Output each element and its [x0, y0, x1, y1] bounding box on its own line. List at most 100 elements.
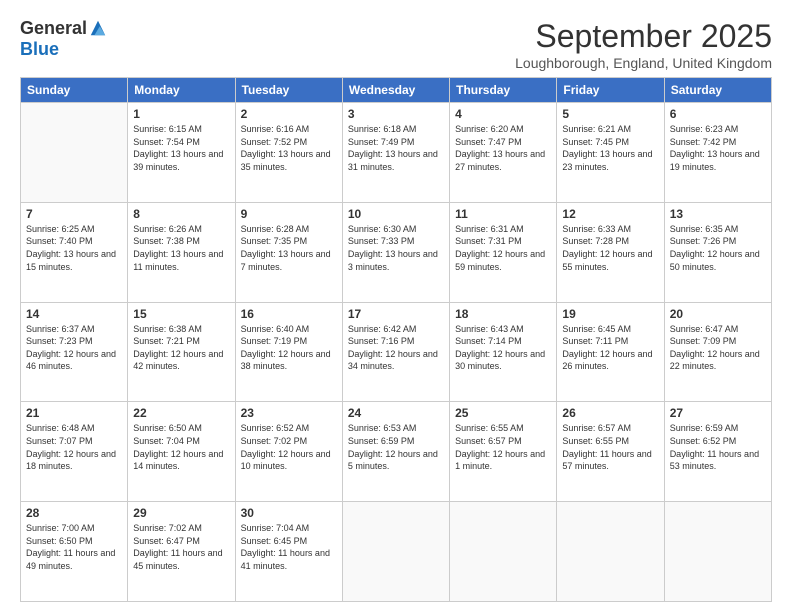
day-number: 17 — [348, 307, 444, 321]
day-info: Sunrise: 6:20 AM Sunset: 7:47 PM Dayligh… — [455, 123, 551, 173]
table-row: 4 Sunrise: 6:20 AM Sunset: 7:47 PM Daylig… — [450, 103, 557, 203]
table-row: 5 Sunrise: 6:21 AM Sunset: 7:45 PM Daylig… — [557, 103, 664, 203]
day-number: 27 — [670, 406, 766, 420]
location-text: Loughborough, England, United Kingdom — [515, 55, 772, 71]
day-info: Sunrise: 6:37 AM Sunset: 7:23 PM Dayligh… — [26, 323, 122, 373]
day-info: Sunrise: 6:25 AM Sunset: 7:40 PM Dayligh… — [26, 223, 122, 273]
month-title: September 2025 — [515, 18, 772, 55]
col-thursday: Thursday — [450, 78, 557, 103]
table-row: 8 Sunrise: 6:26 AM Sunset: 7:38 PM Daylig… — [128, 202, 235, 302]
col-sunday: Sunday — [21, 78, 128, 103]
day-number: 7 — [26, 207, 122, 221]
day-info: Sunrise: 6:42 AM Sunset: 7:16 PM Dayligh… — [348, 323, 444, 373]
day-number: 6 — [670, 107, 766, 121]
logo: General Blue — [20, 18, 107, 60]
title-area: September 2025 Loughborough, England, Un… — [515, 18, 772, 71]
col-saturday: Saturday — [664, 78, 771, 103]
table-row: 9 Sunrise: 6:28 AM Sunset: 7:35 PM Daylig… — [235, 202, 342, 302]
day-number: 9 — [241, 207, 337, 221]
logo-icon — [89, 19, 107, 37]
day-info: Sunrise: 6:59 AM Sunset: 6:52 PM Dayligh… — [670, 422, 766, 472]
day-info: Sunrise: 7:04 AM Sunset: 6:45 PM Dayligh… — [241, 522, 337, 572]
day-info: Sunrise: 6:16 AM Sunset: 7:52 PM Dayligh… — [241, 123, 337, 173]
day-info: Sunrise: 6:23 AM Sunset: 7:42 PM Dayligh… — [670, 123, 766, 173]
table-row: 11Sunrise: 6:31 AM Sunset: 7:31 PM Dayli… — [450, 202, 557, 302]
col-tuesday: Tuesday — [235, 78, 342, 103]
table-row: 12 Sunrise: 6:33 AM Sunset: 7:28 PM Dayli… — [557, 202, 664, 302]
day-number: 1 — [133, 107, 229, 121]
day-number: 28 — [26, 506, 122, 520]
calendar-week-row: 1 Sunrise: 6:15 AM Sunset: 7:54 PM Daylig… — [21, 103, 772, 203]
day-info: Sunrise: 6:15 AM Sunset: 7:54 PM Dayligh… — [133, 123, 229, 173]
day-number: 25 — [455, 406, 551, 420]
day-number: 29 — [133, 506, 229, 520]
table-row: 24Sunrise: 6:53 AM Sunset: 6:59 PM Dayli… — [342, 402, 449, 502]
table-row: 3 Sunrise: 6:18 AM Sunset: 7:49 PM Daylig… — [342, 103, 449, 203]
table-row — [450, 502, 557, 602]
day-info: Sunrise: 6:50 AM Sunset: 7:04 PM Dayligh… — [133, 422, 229, 472]
day-number: 18 — [455, 307, 551, 321]
day-info: Sunrise: 6:18 AM Sunset: 7:49 PM Dayligh… — [348, 123, 444, 173]
day-number: 5 — [562, 107, 658, 121]
table-row: 13Sunrise: 6:35 AM Sunset: 7:26 PM Dayli… — [664, 202, 771, 302]
day-info: Sunrise: 6:21 AM Sunset: 7:45 PM Dayligh… — [562, 123, 658, 173]
table-row: 2Sunrise: 6:16 AM Sunset: 7:52 PM Daylig… — [235, 103, 342, 203]
calendar-week-row: 28Sunrise: 7:00 AM Sunset: 6:50 PM Dayli… — [21, 502, 772, 602]
day-info: Sunrise: 6:55 AM Sunset: 6:57 PM Dayligh… — [455, 422, 551, 472]
header: General Blue September 2025 Loughborough… — [20, 18, 772, 71]
day-number: 20 — [670, 307, 766, 321]
day-number: 10 — [348, 207, 444, 221]
logo-general-text: General — [20, 18, 87, 39]
day-info: Sunrise: 6:45 AM Sunset: 7:11 PM Dayligh… — [562, 323, 658, 373]
day-info: Sunrise: 6:28 AM Sunset: 7:35 PM Dayligh… — [241, 223, 337, 273]
day-number: 30 — [241, 506, 337, 520]
table-row: 17 Sunrise: 6:42 AM Sunset: 7:16 PM Dayli… — [342, 302, 449, 402]
table-row: 21 Sunrise: 6:48 AM Sunset: 7:07 PM Dayli… — [21, 402, 128, 502]
day-number: 19 — [562, 307, 658, 321]
day-number: 3 — [348, 107, 444, 121]
day-info: Sunrise: 6:52 AM Sunset: 7:02 PM Dayligh… — [241, 422, 337, 472]
table-row: 10 Sunrise: 6:30 AM Sunset: 7:33 PM Dayli… — [342, 202, 449, 302]
table-row: 15Sunrise: 6:38 AM Sunset: 7:21 PM Dayli… — [128, 302, 235, 402]
calendar-header-row: Sunday Monday Tuesday Wednesday Thursday… — [21, 78, 772, 103]
day-info: Sunrise: 6:48 AM Sunset: 7:07 PM Dayligh… — [26, 422, 122, 472]
day-number: 23 — [241, 406, 337, 420]
table-row: 29 Sunrise: 7:02 AM Sunset: 6:47 PM Dayli… — [128, 502, 235, 602]
day-info: Sunrise: 7:02 AM Sunset: 6:47 PM Dayligh… — [133, 522, 229, 572]
day-info: Sunrise: 6:26 AM Sunset: 7:38 PM Dayligh… — [133, 223, 229, 273]
day-info: Sunrise: 6:43 AM Sunset: 7:14 PM Dayligh… — [455, 323, 551, 373]
logo-blue-text: Blue — [20, 39, 59, 60]
table-row: 14 Sunrise: 6:37 AM Sunset: 7:23 PM Dayli… — [21, 302, 128, 402]
day-number: 12 — [562, 207, 658, 221]
table-row: 22 Sunrise: 6:50 AM Sunset: 7:04 PM Dayli… — [128, 402, 235, 502]
table-row — [557, 502, 664, 602]
table-row: 1 Sunrise: 6:15 AM Sunset: 7:54 PM Daylig… — [128, 103, 235, 203]
day-number: 8 — [133, 207, 229, 221]
table-row: 23 Sunrise: 6:52 AM Sunset: 7:02 PM Dayli… — [235, 402, 342, 502]
table-row: 26Sunrise: 6:57 AM Sunset: 6:55 PM Dayli… — [557, 402, 664, 502]
day-info: Sunrise: 6:31 AM Sunset: 7:31 PM Dayligh… — [455, 223, 551, 273]
table-row: 28Sunrise: 7:00 AM Sunset: 6:50 PM Dayli… — [21, 502, 128, 602]
day-number: 21 — [26, 406, 122, 420]
calendar-week-row: 14 Sunrise: 6:37 AM Sunset: 7:23 PM Dayli… — [21, 302, 772, 402]
table-row — [342, 502, 449, 602]
day-info: Sunrise: 6:57 AM Sunset: 6:55 PM Dayligh… — [562, 422, 658, 472]
table-row: 25 Sunrise: 6:55 AM Sunset: 6:57 PM Dayli… — [450, 402, 557, 502]
day-number: 4 — [455, 107, 551, 121]
table-row: 19 Sunrise: 6:45 AM Sunset: 7:11 PM Dayli… — [557, 302, 664, 402]
table-row: 30 Sunrise: 7:04 AM Sunset: 6:45 PM Dayli… — [235, 502, 342, 602]
day-number: 14 — [26, 307, 122, 321]
day-number: 22 — [133, 406, 229, 420]
table-row: 18 Sunrise: 6:43 AM Sunset: 7:14 PM Dayli… — [450, 302, 557, 402]
table-row: 27 Sunrise: 6:59 AM Sunset: 6:52 PM Dayli… — [664, 402, 771, 502]
table-row — [21, 103, 128, 203]
table-row: 7 Sunrise: 6:25 AM Sunset: 7:40 PM Daylig… — [21, 202, 128, 302]
day-number: 15 — [133, 307, 229, 321]
day-number: 24 — [348, 406, 444, 420]
calendar-week-row: 7 Sunrise: 6:25 AM Sunset: 7:40 PM Daylig… — [21, 202, 772, 302]
day-info: Sunrise: 6:33 AM Sunset: 7:28 PM Dayligh… — [562, 223, 658, 273]
calendar-table: Sunday Monday Tuesday Wednesday Thursday… — [20, 77, 772, 602]
day-number: 13 — [670, 207, 766, 221]
day-info: Sunrise: 6:30 AM Sunset: 7:33 PM Dayligh… — [348, 223, 444, 273]
table-row: 6 Sunrise: 6:23 AM Sunset: 7:42 PM Daylig… — [664, 103, 771, 203]
